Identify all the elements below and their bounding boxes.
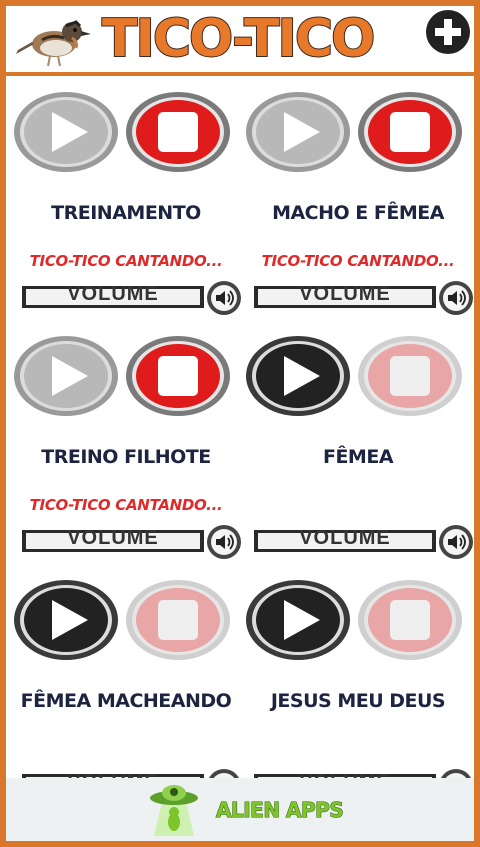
play-button[interactable] <box>244 90 352 174</box>
app-title: TICO-TICO <box>101 8 376 70</box>
header-divider <box>6 72 474 76</box>
stop-button[interactable] <box>356 90 464 174</box>
sound-card: JESUS MEU DEUSVOLUME <box>242 572 474 812</box>
ad-label: ALIEN APPS <box>215 798 344 823</box>
ad-banner[interactable]: ALIEN APPS <box>6 778 474 841</box>
sound-card: MACHO E FÊMEA TICO-TICO CANTANDO... VOLUME <box>242 84 474 324</box>
play-icon <box>246 92 350 172</box>
bird-logo-icon <box>16 20 91 67</box>
play-icon <box>14 336 118 416</box>
sound-card: FÊMEA VOLUME <box>242 328 474 568</box>
add-button[interactable] <box>426 10 470 54</box>
sound-title: MACHO E FÊMEA <box>272 202 444 224</box>
volume-bar[interactable]: VOLUME <box>254 283 436 308</box>
stop-icon <box>358 336 462 416</box>
volume-label: VOLUME <box>67 283 159 305</box>
volume-label: VOLUME <box>299 283 391 305</box>
play-button[interactable] <box>12 90 120 174</box>
sound-title: FÊMEA MACHEANDO <box>20 690 232 712</box>
play-button[interactable] <box>244 578 352 662</box>
stop-button[interactable] <box>356 334 464 418</box>
volume-speaker-button[interactable] <box>438 524 474 560</box>
play-icon <box>246 580 350 660</box>
volume-bar[interactable]: VOLUME <box>22 527 204 552</box>
stop-icon <box>358 92 462 172</box>
sound-card: FÊMEA MACHEANDOVOLUME <box>10 572 242 812</box>
stop-button[interactable] <box>124 578 232 662</box>
speaker-icon <box>207 281 241 315</box>
stop-icon <box>126 580 230 660</box>
stop-button[interactable] <box>356 578 464 662</box>
sound-title: TREINAMENTO <box>51 202 201 224</box>
sound-card: TREINO FILHOTE TICO-TICO CANTANDO... VOLUM… <box>10 328 242 568</box>
app-frame: TICO-TICO TREINAMENTO TICO-TICO CANTANDO.… <box>6 6 474 841</box>
volume-control[interactable]: VOLUME <box>22 524 242 560</box>
volume-speaker-button[interactable] <box>438 280 474 316</box>
stop-button[interactable] <box>124 334 232 418</box>
ufo-alien-icon <box>150 785 198 836</box>
playing-status: TICO-TICO CANTANDO... <box>29 496 223 514</box>
play-icon <box>14 92 118 172</box>
volume-label: VOLUME <box>67 527 159 549</box>
plus-circle-icon <box>427 11 469 53</box>
play-icon <box>246 336 350 416</box>
volume-control[interactable]: VOLUME <box>254 280 474 316</box>
sound-card: TREINAMENTO TICO-TICO CANTANDO... VOLUME <box>10 84 242 324</box>
volume-control[interactable]: VOLUME <box>254 524 474 560</box>
volume-label: VOLUME <box>299 527 391 549</box>
playing-status: TICO-TICO CANTANDO... <box>261 252 455 270</box>
volume-speaker-button[interactable] <box>206 280 242 316</box>
speaker-icon <box>439 281 473 315</box>
sound-title: TREINO FILHOTE <box>41 446 211 468</box>
volume-bar[interactable]: VOLUME <box>22 283 204 308</box>
speaker-icon <box>439 525 473 559</box>
playing-status: TICO-TICO CANTANDO... <box>29 252 223 270</box>
stop-icon <box>358 580 462 660</box>
stop-icon <box>126 92 230 172</box>
speaker-icon <box>207 525 241 559</box>
stop-icon <box>126 336 230 416</box>
volume-bar[interactable]: VOLUME <box>254 527 436 552</box>
app-header: TICO-TICO <box>6 6 474 72</box>
stop-button[interactable] <box>124 90 232 174</box>
volume-control[interactable]: VOLUME <box>22 280 242 316</box>
play-button[interactable] <box>12 334 120 418</box>
sound-title: JESUS MEU DEUS <box>270 690 446 712</box>
volume-speaker-button[interactable] <box>206 524 242 560</box>
play-icon <box>14 580 118 660</box>
play-button[interactable] <box>12 578 120 662</box>
sound-title: FÊMEA <box>322 446 394 468</box>
play-button[interactable] <box>244 334 352 418</box>
